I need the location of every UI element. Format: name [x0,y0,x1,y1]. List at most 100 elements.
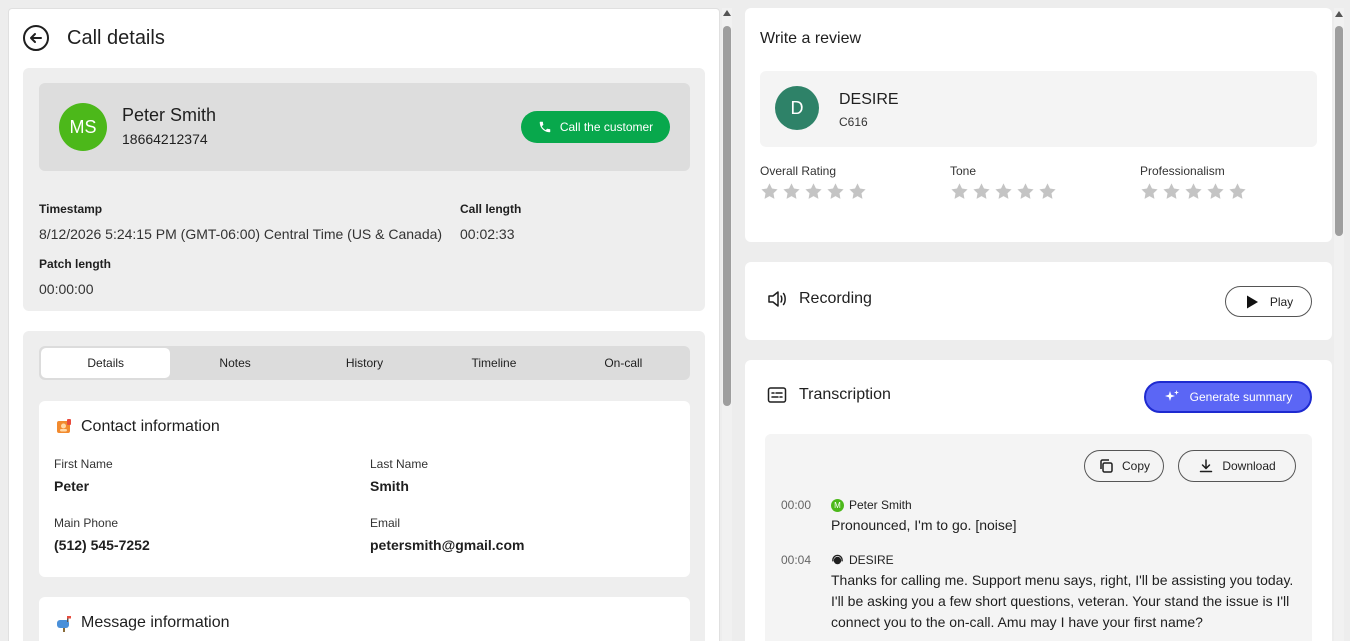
download-label: Download [1222,459,1276,473]
last-name-value: Smith [370,478,409,494]
customer-name: Peter Smith [122,105,217,125]
tab-notes[interactable]: Notes [170,348,299,378]
transcript-box: Copy Download 00:00 M Peter Smith Pronou… [765,434,1312,641]
star-icon[interactable] [782,182,801,201]
generate-summary-label: Generate summary [1189,390,1293,404]
scroll-up-arrow-icon[interactable] [723,10,731,16]
message-information-title: Message information [81,614,230,631]
tab-timeline[interactable]: Timeline [429,348,558,378]
timestamp-value: 8/12/2026 5:24:15 PM (GMT-06:00) Central… [39,226,443,242]
call-details-panel: Call details MS Peter Smith 18664212374 … [8,8,720,641]
call-customer-button[interactable]: Call the customer [521,111,670,143]
star-icon[interactable] [826,182,845,201]
recording-title: Recording [799,290,872,307]
tab-on-call[interactable]: On-call [559,348,688,378]
copy-label: Copy [1121,459,1150,473]
agent-card: D DESIRE C616 [760,71,1317,147]
write-review-title: Write a review [760,30,862,47]
recording-heading: Recording [767,290,872,308]
star-icon[interactable] [760,182,779,201]
patch-length-value: 00:00:00 [39,281,94,297]
speaker-icon [768,291,786,307]
page-header: Call details [23,24,165,52]
speaker-avatar: M [831,498,844,512]
star-icon[interactable] [804,182,823,201]
arrow-left-icon [30,33,42,43]
mailbox-icon [57,616,71,632]
star-icon[interactable] [848,182,867,201]
patch-length-label: Patch length [39,257,112,271]
page-title: Call details [67,26,165,49]
tone-rating: Tone [950,164,1057,201]
download-button[interactable]: Download [1178,450,1296,482]
last-name-label: Last Name [370,457,429,471]
professionalism-rating-stars[interactable] [1140,182,1247,201]
star-icon[interactable] [950,182,969,201]
transcript-text: Thanks for calling me. Support menu says… [831,572,1294,630]
tab-history[interactable]: History [300,348,429,378]
message-information-card: Message information [39,597,690,641]
back-button[interactable] [23,25,49,51]
star-icon[interactable] [1140,182,1159,201]
star-icon[interactable] [1016,182,1035,201]
call-customer-label: Call the customer [559,120,654,134]
play-label: Play [1269,294,1294,309]
call-summary-card: MS Peter Smith 18664212374 Call the cust… [23,68,705,311]
main-phone-value: (512) 545-7252 [54,537,150,553]
contact-information-heading: Contact information [55,418,220,436]
tone-rating-stars[interactable] [950,182,1057,201]
star-icon[interactable] [972,182,991,201]
contact-information-title: Contact information [81,418,220,435]
customer-phone: 18664212374 [122,131,208,147]
download-icon [1200,459,1213,473]
transcript-speaker: DESIRE [831,553,894,567]
transcript-text: Pronounced, I'm to go. [noise] [831,517,1017,533]
transcript-time: 00:04 [781,553,812,567]
call-length-value: 00:02:33 [460,226,515,242]
star-icon[interactable] [1162,182,1181,201]
contact-card-icon [57,419,71,433]
transcript-time: 00:00 [781,498,812,512]
generate-summary-button[interactable]: Generate summary [1144,381,1312,413]
overall-rating: Overall Rating [760,164,867,201]
agent-name: DESIRE [839,91,899,108]
star-icon[interactable] [1038,182,1057,201]
email-value: petersmith@gmail.com [370,537,525,553]
transcript-speaker: M Peter Smith [831,498,912,512]
agent-avatar: D [775,86,819,130]
message-information-heading: Message information [55,614,230,632]
recording-card: Recording Play [745,262,1332,340]
write-review-card: Write a review D DESIRE C616 Overall Rat… [745,8,1332,242]
overall-rating-stars[interactable] [760,182,867,201]
play-icon [1246,295,1258,308]
transcription-card: Transcription Generate summary Copy Down… [745,360,1332,641]
main-phone-label: Main Phone [54,516,119,530]
right-scrollbar-thumb[interactable] [1335,26,1343,236]
sparkle-icon [1164,390,1179,401]
transcript-speaker-name: DESIRE [849,553,894,567]
tone-rating-label: Tone [950,164,977,178]
star-icon[interactable] [1228,182,1247,201]
customer-card: MS Peter Smith 18664212374 Call the cust… [39,83,690,171]
right-scrollbar[interactable] [1334,8,1344,641]
first-name-value: Peter [54,478,90,494]
star-icon[interactable] [994,182,1013,201]
star-icon[interactable] [1184,182,1203,201]
details-tabs-card: Details Notes History Timeline On-call C… [23,331,705,641]
transcript-icon [767,387,787,403]
star-icon[interactable] [1206,182,1225,201]
agent-headset-icon [832,554,843,564]
copy-button[interactable]: Copy [1084,450,1164,482]
professionalism-rating: Professionalism [1140,164,1247,201]
left-scrollbar-thumb[interactable] [723,26,731,406]
call-length-label: Call length [460,202,522,216]
left-scrollbar[interactable] [722,8,732,641]
contact-information-card: Contact information First Name Peter Las… [39,401,690,577]
transcription-heading: Transcription [767,386,891,404]
tab-details[interactable]: Details [41,348,171,378]
customer-avatar: MS [59,103,107,151]
overall-rating-label: Overall Rating [760,164,837,178]
play-button[interactable]: Play [1225,286,1312,317]
scroll-up-arrow-icon[interactable] [1335,11,1343,17]
tab-bar: Details Notes History Timeline On-call [39,346,690,380]
